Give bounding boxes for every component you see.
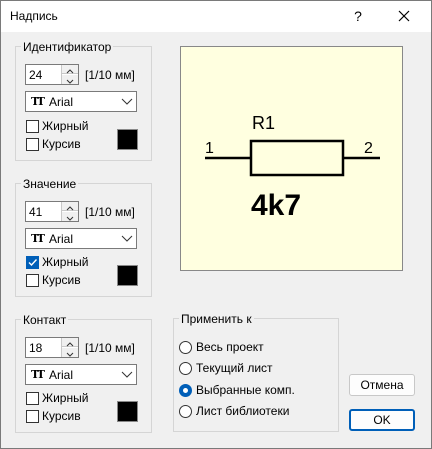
contact-group-label: Контакт (21, 313, 69, 327)
contact-size-value: 18 (29, 341, 43, 355)
spin-up-button[interactable] (62, 338, 78, 347)
value-bold-label: Жирный (42, 255, 89, 269)
preview-panel: R1 1 2 4k7 (180, 46, 403, 271)
value-italic-checkbox[interactable] (26, 274, 39, 287)
value-group-label: Значение (21, 177, 79, 191)
contact-italic-label: Курсив (42, 409, 81, 423)
radio-current-sheet-label: Текущий лист (196, 361, 273, 375)
contact-font-select[interactable]: TT Arial (25, 364, 137, 385)
radio-selected-components-label: Выбранные комп. (196, 383, 295, 397)
cancel-button[interactable]: Отмена (349, 374, 415, 396)
identifier-group-label: Идентификатор (21, 40, 114, 54)
apply-to-group-label: Применить к (179, 312, 254, 326)
value-size-value: 41 (29, 205, 43, 219)
radio-library-sheet[interactable] (179, 405, 192, 418)
identifier-bold-label: Жирный (42, 119, 89, 133)
identifier-unit-label: [1/10 мм] (85, 68, 135, 82)
chevron-down-icon (66, 352, 74, 357)
radio-library-sheet-label: Лист библиотеки (196, 404, 290, 418)
truetype-font-icon: TT (31, 95, 45, 108)
chevron-down-icon (121, 371, 133, 378)
identifier-italic-label: Курсив (42, 137, 81, 151)
dialog-window: Надпись ? Идентификатор 24 [1/10 мм] TT … (0, 0, 432, 449)
value-font-select[interactable]: TT Arial (25, 228, 137, 249)
chevron-down-icon (66, 216, 74, 221)
truetype-font-icon: TT (31, 232, 45, 245)
contact-bold-label: Жирный (42, 391, 89, 405)
value-italic-label: Курсив (42, 273, 81, 287)
value-font-value: Arial (49, 232, 74, 246)
radio-whole-project[interactable] (179, 341, 192, 354)
radio-selected-components[interactable] (179, 384, 192, 397)
identifier-font-value: Arial (49, 95, 74, 109)
contact-font-value: Arial (49, 368, 74, 382)
identifier-size-spinner[interactable]: 24 (25, 64, 79, 85)
title-bar: Надпись ? (1, 1, 431, 32)
spin-down-button[interactable] (62, 212, 78, 221)
window-title: Надпись (10, 9, 58, 23)
contact-bold-checkbox[interactable] (26, 392, 39, 405)
contact-italic-checkbox[interactable] (26, 410, 39, 423)
spin-down-button[interactable] (62, 348, 78, 357)
value-unit-label: [1/10 мм] (85, 205, 135, 219)
close-button[interactable] (393, 5, 415, 27)
value-size-spinner[interactable]: 41 (25, 201, 79, 222)
identifier-bold-checkbox[interactable] (26, 120, 39, 133)
identifier-color-swatch[interactable] (117, 129, 138, 150)
truetype-font-icon: TT (31, 368, 45, 381)
contact-color-swatch[interactable] (117, 401, 138, 422)
help-button[interactable]: ? (351, 5, 365, 27)
contact-unit-label: [1/10 мм] (85, 341, 135, 355)
value-color-swatch[interactable] (117, 265, 138, 286)
chevron-down-icon (121, 98, 133, 105)
spin-up-button[interactable] (62, 65, 78, 74)
identifier-size-value: 24 (29, 68, 43, 82)
radio-current-sheet[interactable] (179, 362, 192, 375)
ok-button[interactable]: OK (349, 409, 415, 431)
resistor-symbol: R1 1 2 4k7 (205, 113, 380, 222)
chevron-down-icon (121, 235, 133, 242)
resistor-ref-label: R1 (252, 113, 275, 133)
radio-whole-project-label: Весь проект (196, 340, 264, 354)
resistor-value-label: 4k7 (251, 189, 301, 222)
chevron-down-icon (66, 79, 74, 84)
spin-up-button[interactable] (62, 202, 78, 211)
pin2-label: 2 (364, 140, 373, 157)
identifier-italic-checkbox[interactable] (26, 138, 39, 151)
contact-size-spinner[interactable]: 18 (25, 337, 79, 358)
identifier-font-select[interactable]: TT Arial (25, 91, 137, 112)
checkmark-icon (28, 259, 38, 267)
pin1-label: 1 (205, 140, 214, 157)
spin-down-button[interactable] (62, 75, 78, 84)
close-icon (398, 10, 410, 22)
value-bold-checkbox[interactable] (26, 256, 39, 269)
